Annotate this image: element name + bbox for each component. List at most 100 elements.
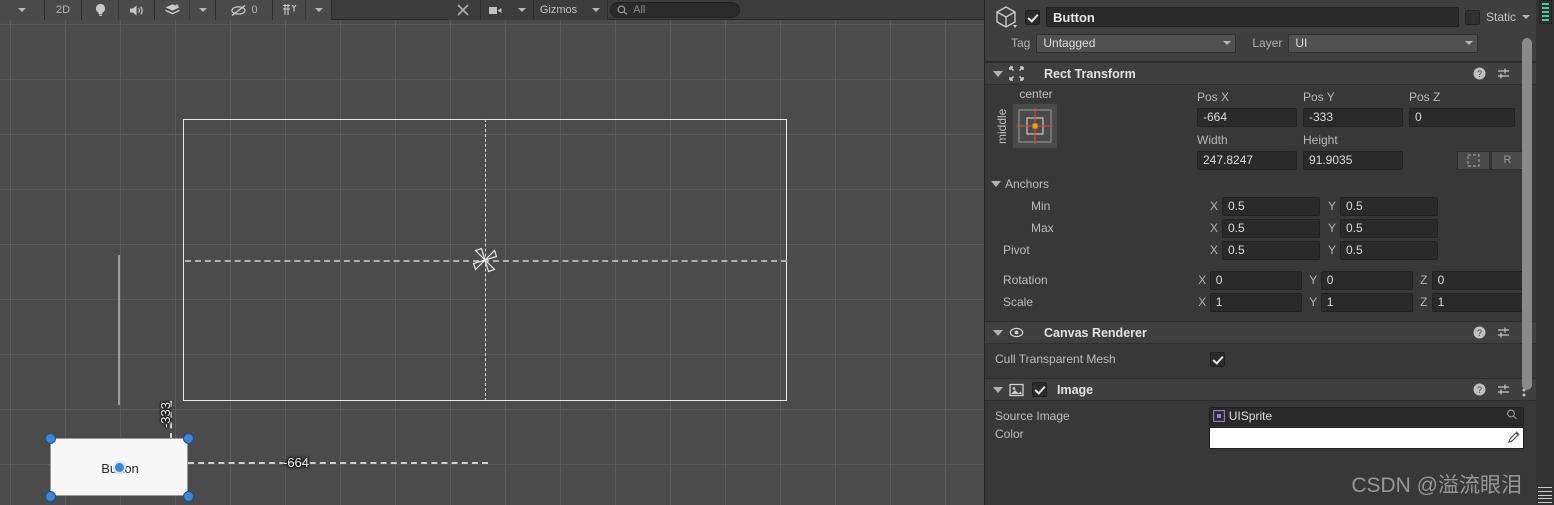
- source-image-label: Source Image: [995, 409, 1070, 423]
- anchor-preset-button[interactable]: [1012, 103, 1058, 149]
- canvas-renderer-title: Canvas Renderer: [1044, 325, 1147, 340]
- unity-editor-window: 2D 0 Gizmos All -664 -333 Button Static …: [0, 0, 1554, 505]
- height-input[interactable]: 91.9035: [1303, 150, 1403, 170]
- resize-handle-bottom-left[interactable]: [45, 491, 56, 502]
- selection-vertical-tick: [118, 255, 120, 405]
- rect-transform-title: Rect Transform: [1044, 66, 1136, 81]
- resize-handle-top-right[interactable]: [183, 433, 194, 444]
- anchor-max-x-input[interactable]: 0.5: [1222, 218, 1320, 238]
- camera-dropdown-button[interactable]: [510, 0, 533, 20]
- scene-canvas[interactable]: -664 -333 Button: [0, 20, 984, 505]
- anchor-min-label: Min: [1031, 199, 1051, 213]
- chevron-down-icon[interactable]: [1522, 15, 1530, 19]
- tag-dropdown[interactable]: Untagged: [1036, 33, 1237, 53]
- outer-scroll-track[interactable]: [1536, 0, 1554, 505]
- foldout-arrow-icon[interactable]: [993, 70, 1003, 77]
- anchor-min-x-axis: X: [1210, 199, 1219, 213]
- eyedropper-icon[interactable]: [1507, 430, 1521, 447]
- grid-axis-button[interactable]: [273, 0, 305, 20]
- search-icon: [617, 5, 628, 15]
- scale-x-input[interactable]: 1: [1209, 292, 1303, 312]
- static-checkbox[interactable]: [1464, 9, 1480, 25]
- pos-z-input[interactable]: 0: [1409, 107, 1515, 127]
- preset-slider-icon[interactable]: [1497, 383, 1511, 396]
- anchor-max-label: Max: [1031, 221, 1054, 235]
- grid-group: [273, 0, 332, 20]
- mode-2d-button[interactable]: 2D: [45, 0, 81, 20]
- image-component-header[interactable]: Image ?: [985, 378, 1536, 401]
- help-icon[interactable]: ?: [1473, 326, 1486, 339]
- scale-label: Scale: [1003, 295, 1034, 309]
- scale-z-input[interactable]: 1: [1431, 292, 1525, 312]
- pos-x-input[interactable]: -664: [1197, 107, 1297, 127]
- hidden-objects-button[interactable]: 0: [216, 0, 272, 20]
- color-swatch-field[interactable]: [1208, 427, 1524, 449]
- inspector-header: Button Static Tag Untagged Layer UI: [985, 0, 1536, 62]
- help-icon[interactable]: ?: [1473, 383, 1486, 396]
- anchor-min-y-input[interactable]: 0.5: [1340, 196, 1438, 216]
- grid-dropdown-button[interactable]: [305, 0, 331, 20]
- preset-slider-icon[interactable]: [1497, 326, 1511, 339]
- foldout-arrow-icon[interactable]: [993, 329, 1003, 336]
- lighting-toggle-button[interactable]: [82, 0, 118, 20]
- chevron-down-icon: [18, 8, 26, 12]
- scene-tools-button[interactable]: [447, 0, 480, 20]
- rotation-y-input[interactable]: 0: [1320, 270, 1414, 290]
- view-dropdown-button[interactable]: [0, 0, 44, 20]
- pos-y-input[interactable]: -333: [1303, 107, 1403, 127]
- grid-axis-icon: [282, 4, 296, 15]
- csdn-watermark: CSDN @溢流眼泪: [1351, 474, 1522, 497]
- pos-x-label: Pos X: [1197, 89, 1230, 104]
- rect-transform-header[interactable]: Rect Transform ?: [985, 62, 1536, 85]
- cull-transparent-mesh-checkbox[interactable]: [1210, 351, 1225, 367]
- wrench-screwdriver-icon: [457, 4, 469, 16]
- tag-value: Untagged: [1043, 36, 1096, 50]
- anchor-min-x-input[interactable]: 0.5: [1222, 196, 1320, 216]
- canvas-renderer-header[interactable]: Canvas Renderer ?: [985, 321, 1536, 344]
- foldout-arrow-icon[interactable]: [993, 386, 1003, 393]
- resize-handle-bottom-right[interactable]: [183, 491, 194, 502]
- svg-text:?: ?: [1477, 328, 1482, 338]
- gameobject-enabled-checkbox[interactable]: [1025, 9, 1040, 25]
- toolbar-right-spacer: [744, 0, 984, 19]
- bottom-right-resize-grip[interactable]: [1538, 487, 1552, 503]
- anchor-preset-widget-area[interactable]: center middle: [995, 87, 1069, 149]
- top-right-tab-icon[interactable]: [1539, 0, 1552, 24]
- blueprint-mode-button[interactable]: [1457, 150, 1490, 170]
- width-input[interactable]: 247.8247: [1197, 150, 1297, 170]
- audio-toggle-button[interactable]: [118, 0, 154, 20]
- source-image-object-field[interactable]: UISprite: [1208, 406, 1524, 426]
- camera-icon: [488, 6, 502, 14]
- scale-y-input[interactable]: 1: [1320, 292, 1414, 312]
- scale-z-axis: Z: [1420, 295, 1428, 309]
- rotation-z-input[interactable]: 0: [1431, 270, 1525, 290]
- preset-slider-icon[interactable]: [1497, 67, 1511, 80]
- image-enabled-checkbox[interactable]: [1032, 382, 1047, 397]
- pivot-y-input[interactable]: 0.5: [1340, 240, 1438, 260]
- help-icon[interactable]: ?: [1473, 67, 1486, 80]
- resize-handle-top-left[interactable]: [45, 433, 56, 444]
- anchor-pinwheel-gizmo[interactable]: [466, 241, 504, 279]
- gizmos-dropdown-button[interactable]: [583, 0, 608, 20]
- layer-dropdown[interactable]: UI: [1288, 33, 1479, 53]
- anchor-max-y-axis: Y: [1328, 221, 1337, 235]
- color-label: Color: [995, 427, 1024, 441]
- rotation-x-input[interactable]: 0: [1209, 270, 1303, 290]
- scene-search-input[interactable]: All: [610, 2, 740, 18]
- scene-camera-button[interactable]: [480, 0, 511, 20]
- anchors-foldout-icon[interactable]: [991, 181, 1001, 187]
- inspector-scrollbar-thumb[interactable]: [1522, 38, 1532, 390]
- anchor-max-y-input[interactable]: 0.5: [1340, 218, 1438, 238]
- hidden-objects-count: 0: [251, 4, 258, 16]
- effects-toggle-button[interactable]: [155, 0, 189, 20]
- chevron-down-icon: [591, 8, 600, 12]
- raw-edit-mode-button[interactable]: R: [1491, 150, 1524, 170]
- effects-dropdown-button[interactable]: [189, 0, 215, 20]
- gameobject-name-input[interactable]: Button: [1046, 7, 1459, 27]
- svg-text:?: ?: [1477, 385, 1482, 395]
- gizmos-button-label[interactable]: Gizmos: [534, 4, 583, 16]
- pivot-x-input[interactable]: 0.5: [1222, 240, 1320, 260]
- tools-group: [447, 0, 481, 20]
- pivot-handle[interactable]: [113, 461, 126, 474]
- object-picker-icon[interactable]: [1505, 408, 1518, 424]
